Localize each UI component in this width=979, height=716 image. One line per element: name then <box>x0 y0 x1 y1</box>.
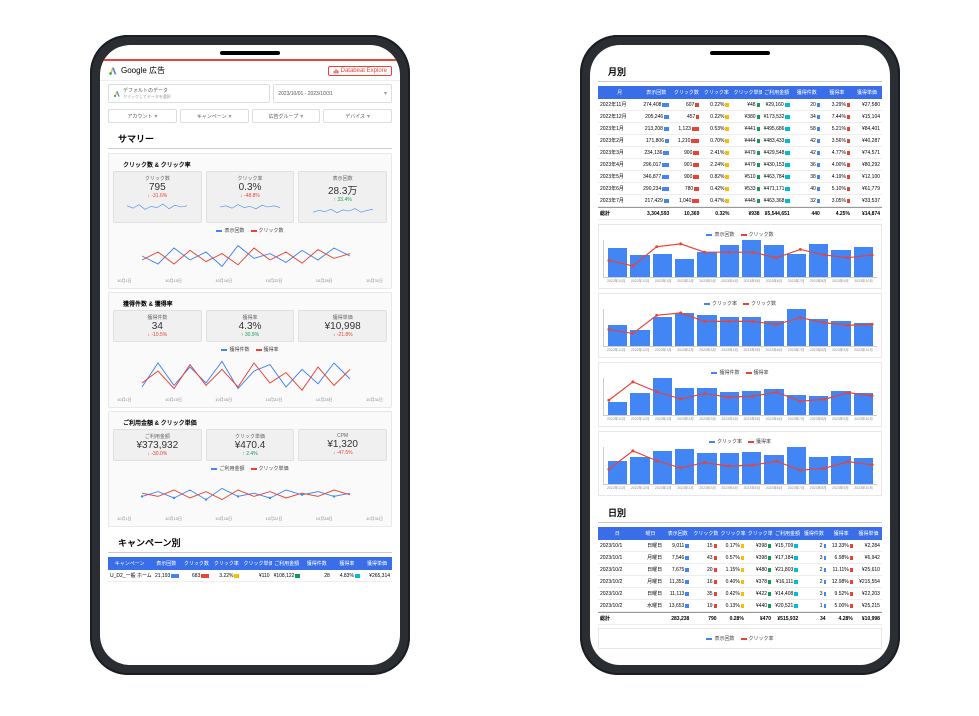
monthly-barchart: クリック率獲得率 2022年11月2022年12月2023年1月2023年2月2… <box>598 431 882 496</box>
monthly-barchart: 表示回数クリック数 2022年11月2022年12月2023年1月2023年2月… <box>598 224 882 289</box>
kpi-row-2: 獲得件数34↓ -10.5% 獲得率4.3%↑ 30.9% 獲得単価¥10,99… <box>113 310 387 342</box>
table-row[interactable]: 2023年2月 171,806 1,210 0.70% ¥444 ¥483,43… <box>598 135 882 147</box>
google-ads-icon <box>113 90 121 98</box>
campaign-select[interactable]: キャンペーン▾ <box>180 109 249 123</box>
table-row[interactable]: 2023/10/2日曜日 11,113 35 0.42% ¥422 ¥14,40… <box>598 588 882 600</box>
phone-frame-left: Google 広告 Databeat Explore デフォルトのデータ クリッ… <box>90 35 410 675</box>
table-row[interactable]: 2023/10/2日曜日 7,675 20 1.15% ¥480 ¥21,803… <box>598 564 882 576</box>
table-row[interactable]: 2023/10/1日曜日 9,011 15 0.17% ¥398 ¥15,709… <box>598 540 882 552</box>
chevron-down-icon: ▾ <box>154 113 157 120</box>
google-ads-icon <box>108 66 118 76</box>
sparkline <box>220 201 280 213</box>
brand-badge[interactable]: Databeat Explore <box>328 66 392 76</box>
kpi-clicks: クリック数795↓ -31.6% <box>113 171 202 223</box>
chart-cost: ご利用金額クリック単価 10月1日10月10日10月16日10月22日10月28… <box>113 465 387 522</box>
app-logo: Google 広告 <box>108 65 165 76</box>
campaign-table: キャンペーン 表示回数 クリック数 クリック率 クリック単価 ご利用金額 獲得件… <box>108 557 392 582</box>
table-row[interactable]: 2023/10/2水曜日 13,653 19 0.13% ¥440 ¥20,52… <box>598 600 882 612</box>
kpi-cvr: 獲得率4.3%↑ 30.9% <box>206 310 295 342</box>
daily-title: 日別 <box>598 500 882 523</box>
phone-frame-right: 月別 月 表示回数 クリック数 クリック率 クリック単価 ご利用金額 獲得件数 … <box>580 35 900 675</box>
kpi-ctr: クリック率0.3%↓ -48.8% <box>206 171 295 223</box>
chevron-down-icon: ▾ <box>384 90 387 97</box>
table-row[interactable]: 2023年3月 234,136 900 2.41% ¥479 ¥429,548 … <box>598 147 882 159</box>
table-row-total: 総計 283,238 790 0.28% ¥470 ¥515,932 34 4.… <box>598 612 882 625</box>
kpi-conv: 獲得件数34↓ -10.5% <box>113 310 202 342</box>
table-row[interactable]: 2023/10/1月曜日 7,546 43 0.57% ¥398 ¥17,184… <box>598 552 882 564</box>
legend: 表示回数クリック率 <box>603 635 877 642</box>
table-row[interactable]: 2023年5月 346,877 900 0.82% ¥510 ¥463,784 … <box>598 171 882 183</box>
chevron-down-icon: ▾ <box>229 113 232 120</box>
filter-row-1: デフォルトのデータ クリックしてデータを選択 2023/10/01 - 2023… <box>100 81 400 106</box>
chart-clicks: 表示回数クリック数 10月1日10月10日10月16日10月22日10月28日1… <box>113 227 387 284</box>
table-row-total: 総計 3,304,593 10,369 0.32% ¥938 ¥5,544,65… <box>598 207 882 220</box>
panel-cost: ご利用金額 & クリック単価 ご利用金額¥373,932↓ -30.0% クリッ… <box>108 411 392 527</box>
table-row[interactable]: 2023年1月 213,208 1,123 0.53% ¥441 ¥495,68… <box>598 123 882 135</box>
kpi-row-3: ご利用金額¥373,932↓ -30.0% クリック単価¥470.4↑ 2.4%… <box>113 429 387 461</box>
panel-clicks: クリック数 & クリック率 クリック数795↓ -31.6% クリック率0.3%… <box>108 153 392 289</box>
table-row[interactable]: 2023年6月 290,234 780 0.42% ¥533 ¥471,171 … <box>598 183 882 195</box>
campaign-title: キャンペーン別 <box>108 530 392 553</box>
kpi-cost: ご利用金額¥373,932↓ -30.0% <box>113 429 202 461</box>
kpi-cpc: クリック単価¥470.4↑ 2.4% <box>206 429 295 461</box>
table-row[interactable]: 2023年7月 217,429 1,040 0.47% ¥445 ¥463,36… <box>598 195 882 207</box>
sparkline <box>313 205 373 217</box>
subtitle-clicks: クリック数 & クリック率 <box>113 158 387 171</box>
subtitle-cost: ご利用金額 & クリック単価 <box>113 416 387 429</box>
x-axis: 10月1日10月10日10月16日10月22日10月28日10月31日 <box>113 516 387 522</box>
app-title: Google 広告 <box>121 65 165 76</box>
chevron-down-icon: ▾ <box>300 113 303 120</box>
screen-left: Google 広告 Databeat Explore デフォルトのデータ クリッ… <box>100 45 400 665</box>
databeat-icon <box>333 68 339 74</box>
linechart-1 <box>113 236 387 276</box>
legend: ご利用金額クリック単価 <box>113 465 387 472</box>
filter-row-2: アカウント▾ キャンペーン▾ 広告グループ▾ デバイス▾ <box>100 106 400 126</box>
table-header: 月 表示回数 クリック数 クリック率 クリック単価 ご利用金額 獲得件数 獲得率… <box>598 86 882 99</box>
table-row[interactable]: 2023年4月 296,017 901 2.24% ¥479 ¥430,153 … <box>598 159 882 171</box>
data-source-select[interactable]: デフォルトのデータ クリックしてデータを選択 <box>108 84 270 103</box>
monthly-title: 月別 <box>598 59 882 82</box>
table-row[interactable]: 2022年12月 205,246 457 0.22% ¥380 ¥173,532… <box>598 111 882 123</box>
kpi-row-1: クリック数795↓ -31.6% クリック率0.3%↓ -48.8% 表示回数2… <box>113 171 387 223</box>
table-header: 日 曜日 表示回数 クリック数 クリック率 クリック単価 ご利用金額 獲得件数 … <box>598 527 882 540</box>
kpi-impressions: 表示回数28.3万↑ 33.4% <box>298 171 387 223</box>
subtitle-conv: 獲得件数 & 獲得率 <box>113 297 387 310</box>
sparkline <box>127 201 187 213</box>
summary-title: サマリー <box>108 126 392 149</box>
linechart-2 <box>113 355 387 395</box>
daily-chart: 表示回数クリック率 <box>598 628 882 649</box>
x-axis: 10月1日10月10日10月16日10月22日10月28日10月31日 <box>113 397 387 403</box>
device-select[interactable]: デバイス▾ <box>323 109 392 123</box>
app-header: Google 広告 Databeat Explore <box>100 61 400 81</box>
kpi-cpm: CPM¥1,320↓ -47.5% <box>298 429 387 461</box>
table-header: キャンペーン 表示回数 クリック数 クリック率 クリック単価 ご利用金額 獲得件… <box>108 557 392 570</box>
legend: 表示回数クリック数 <box>113 227 387 234</box>
panel-conv: 獲得件数 & 獲得率 獲得件数34↓ -10.5% 獲得率4.3%↑ 30.9%… <box>108 292 392 408</box>
table-row[interactable]: 2023/10/2月曜日 11,351 16 0.40% ¥378 ¥16,11… <box>598 576 882 588</box>
kpi-cpa: 獲得単価¥10,998↓ -21.8% <box>298 310 387 342</box>
monthly-barchart: クリック率クリック数 2022年11月2022年12月2023年1月2023年2… <box>598 293 882 358</box>
legend: 獲得件数獲得率 <box>113 346 387 353</box>
chart-conv: 獲得件数獲得率 10月1日10月10日10月16日10月22日10月28日10月… <box>113 346 387 403</box>
x-axis: 10月1日10月10日10月16日10月22日10月28日10月31日 <box>113 278 387 284</box>
account-select[interactable]: アカウント▾ <box>108 109 177 123</box>
linechart-3 <box>113 474 387 514</box>
screen-right: 月別 月 表示回数 クリック数 クリック率 クリック単価 ご利用金額 獲得件数 … <box>590 45 890 665</box>
date-range-select[interactable]: 2023/10/01 - 2023/10/31 ▾ <box>273 84 392 103</box>
monthly-barchart: 獲得件数獲得率 2022年11月2022年12月2023年1月2023年2月20… <box>598 362 882 427</box>
table-row[interactable]: 2022年11月 274,408 607 0.22% ¥48 ¥29,160 2… <box>598 99 882 111</box>
monthly-table: 月 表示回数 クリック数 クリック率 クリック単価 ご利用金額 獲得件数 獲得率… <box>598 86 882 220</box>
table-row[interactable]: U_D2_一般 ホーム作成 _リター 21,193 683 3.22% ¥110… <box>108 570 392 582</box>
daily-table: 日 曜日 表示回数 クリック数 クリック率 クリック単価 ご利用金額 獲得件数 … <box>598 527 882 625</box>
adgroup-select[interactable]: 広告グループ▾ <box>252 109 321 123</box>
chevron-down-icon: ▾ <box>367 113 370 120</box>
